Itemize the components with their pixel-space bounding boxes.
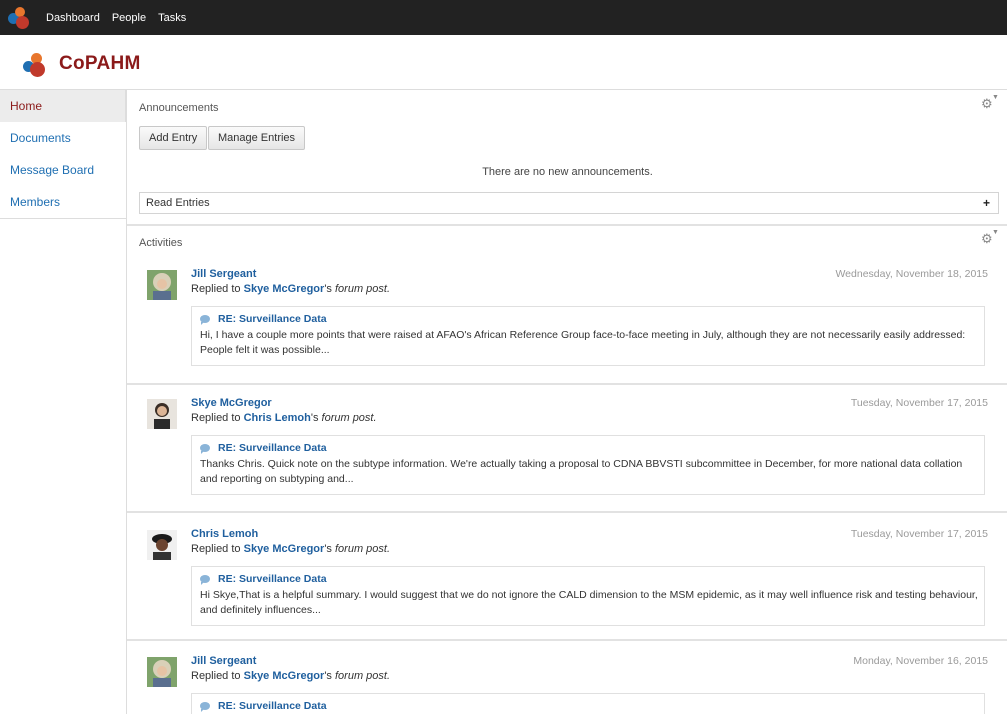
speech-bubble-icon bbox=[200, 315, 210, 325]
post-title[interactable]: RE: Surveillance Data bbox=[218, 700, 327, 712]
activity-date: Tuesday, November 17, 2015 bbox=[850, 528, 988, 540]
activity-item: Skye McGregor Tuesday, November 17, 2015… bbox=[127, 393, 1007, 505]
activity-object: forum post. bbox=[334, 543, 391, 555]
activity-author[interactable]: Jill Sergeant bbox=[191, 268, 256, 280]
nav-people[interactable]: People bbox=[112, 12, 146, 24]
announcements-empty-message: There are no new announcements. bbox=[482, 166, 653, 178]
activity-author[interactable]: Jill Sergeant bbox=[191, 655, 256, 667]
announcements-gear-icon[interactable]: ⚙ ▼ bbox=[981, 94, 999, 111]
activity-date: Monday, November 16, 2015 bbox=[853, 655, 988, 667]
post-excerpt: Thanks Chris. Quick note on the subtype … bbox=[200, 458, 963, 485]
activity-description: Replied to Skye McGregor's forum post. bbox=[191, 670, 390, 682]
activity-object: forum post. bbox=[321, 412, 377, 424]
add-entry-button[interactable]: Add Entry bbox=[139, 126, 208, 150]
top-navbar: Dashboard People Tasks bbox=[0, 0, 1007, 35]
read-entries-toggle[interactable]: Read Entries + bbox=[139, 192, 999, 214]
expand-plus-icon[interactable]: + bbox=[983, 193, 990, 213]
activity-item: Jill Sergeant Wednesday, November 18, 20… bbox=[127, 264, 1007, 376]
activity-description: Replied to Skye McGregor's forum post. bbox=[191, 543, 390, 555]
site-title[interactable]: CoPAHM bbox=[59, 53, 141, 75]
activity-object: forum post. bbox=[334, 670, 391, 682]
possessive: 's bbox=[324, 283, 332, 295]
main-content: Announcements ⚙ ▼ Add Entry Manage Entrie… bbox=[126, 89, 1007, 714]
activity-divider bbox=[127, 511, 1007, 513]
activity-card: RE: Surveillance Data Hi, I have a coupl… bbox=[191, 306, 985, 366]
announcements-title: Announcements bbox=[139, 102, 219, 114]
sidebar-item-message-board[interactable]: Message Board bbox=[0, 154, 126, 186]
sidebar-item-documents[interactable]: Documents bbox=[0, 122, 126, 154]
speech-bubble-icon bbox=[200, 702, 210, 712]
post-title[interactable]: RE: Surveillance Data bbox=[218, 573, 327, 585]
possessive: 's bbox=[324, 543, 332, 555]
sidebar-item-home[interactable]: Home bbox=[0, 90, 126, 122]
activity-target[interactable]: Skye McGregor bbox=[244, 543, 325, 555]
activity-item: Chris Lemoh Tuesday, November 17, 2015 R… bbox=[127, 524, 1007, 636]
activities-title: Activities bbox=[139, 237, 183, 249]
manage-entries-button[interactable]: Manage Entries bbox=[208, 126, 306, 150]
activity-divider bbox=[127, 383, 1007, 385]
nav-dashboard[interactable]: Dashboard bbox=[46, 12, 100, 24]
speech-bubble-icon bbox=[200, 575, 210, 585]
activity-description: Replied to Skye McGregor's forum post. bbox=[191, 283, 390, 295]
activities-gear-icon[interactable]: ⚙ ▼ bbox=[981, 229, 999, 246]
post-link[interactable]: RE: Surveillance Data bbox=[200, 573, 327, 585]
activity-item: Jill Sergeant Monday, November 16, 2015 … bbox=[127, 651, 1007, 714]
sidebar-item-members[interactable]: Members bbox=[0, 186, 126, 218]
activity-verb: Replied to bbox=[191, 670, 241, 682]
activity-object: forum post. bbox=[334, 283, 391, 295]
site-logo-icon[interactable] bbox=[23, 52, 47, 77]
post-title[interactable]: RE: Surveillance Data bbox=[218, 442, 327, 454]
post-link[interactable]: RE: Surveillance Data bbox=[200, 313, 327, 325]
avatar[interactable] bbox=[147, 530, 177, 560]
activity-target[interactable]: Skye McGregor bbox=[244, 283, 325, 295]
activity-verb: Replied to bbox=[191, 543, 241, 555]
activity-author[interactable]: Skye McGregor bbox=[191, 397, 272, 409]
post-title[interactable]: RE: Surveillance Data bbox=[218, 313, 327, 325]
possessive: 's bbox=[324, 670, 332, 682]
activity-date: Wednesday, November 18, 2015 bbox=[835, 268, 988, 280]
activity-target[interactable]: Skye McGregor bbox=[244, 670, 325, 682]
post-excerpt: Hi, I have a couple more points that wer… bbox=[200, 329, 966, 356]
app-logo-icon[interactable] bbox=[8, 6, 30, 29]
avatar[interactable] bbox=[147, 270, 177, 300]
activity-target[interactable]: Chris Lemoh bbox=[244, 412, 311, 424]
speech-bubble-icon bbox=[200, 444, 210, 454]
activity-date: Tuesday, November 17, 2015 bbox=[850, 397, 988, 409]
avatar[interactable] bbox=[147, 399, 177, 429]
avatar[interactable] bbox=[147, 657, 177, 687]
portlet-divider bbox=[127, 224, 1007, 226]
possessive: 's bbox=[310, 412, 319, 424]
activity-card: RE: Surveillance Data bbox=[191, 693, 985, 714]
site-header: CoPAHM bbox=[23, 52, 141, 77]
sidebar-nav: Home Documents Message Board Members bbox=[0, 89, 126, 219]
activity-card: RE: Surveillance Data Thanks Chris. Quic… bbox=[191, 435, 985, 495]
activity-verb: Replied to bbox=[191, 283, 241, 295]
nav-tasks[interactable]: Tasks bbox=[158, 12, 186, 24]
post-excerpt: Hi Skye,That is a helpful summary. I wou… bbox=[200, 589, 978, 616]
read-entries-label: Read Entries bbox=[146, 197, 210, 209]
activity-divider bbox=[127, 639, 1007, 641]
activity-card: RE: Surveillance Data Hi Skye,That is a … bbox=[191, 566, 985, 626]
activity-description: Replied to Chris Lemoh's forum post. bbox=[191, 412, 377, 424]
post-link[interactable]: RE: Surveillance Data bbox=[200, 700, 327, 712]
post-link[interactable]: RE: Surveillance Data bbox=[200, 442, 327, 454]
activity-verb: Replied to bbox=[191, 412, 241, 424]
activity-author[interactable]: Chris Lemoh bbox=[191, 528, 258, 540]
